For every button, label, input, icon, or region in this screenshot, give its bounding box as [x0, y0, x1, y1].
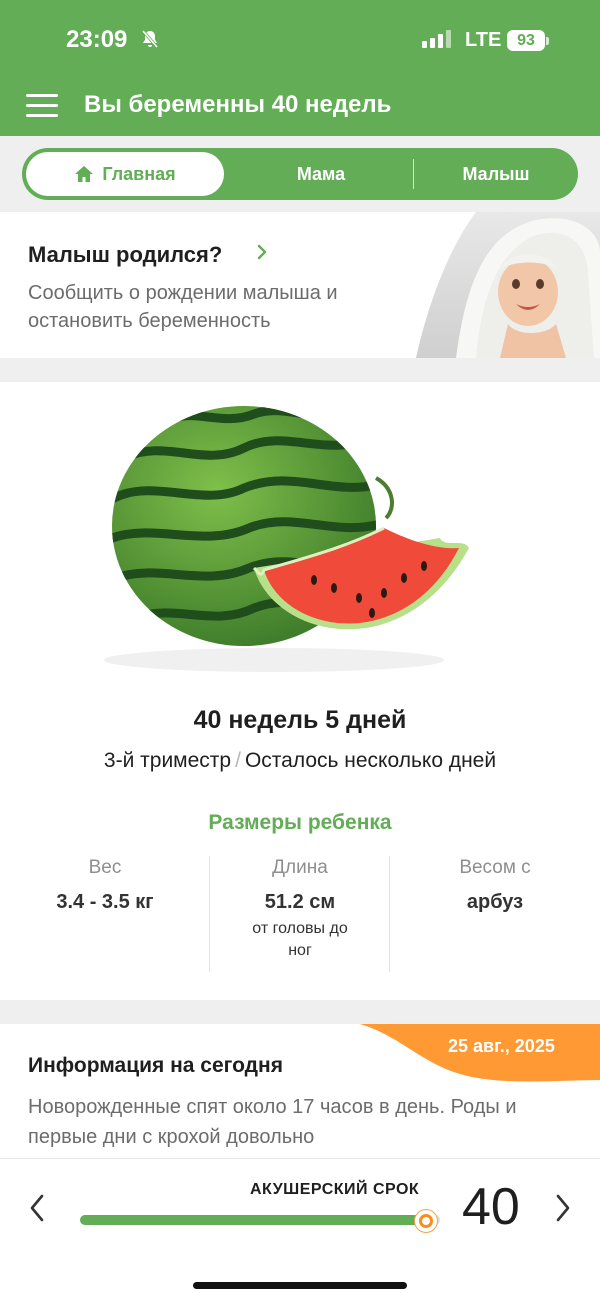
- stat-size-as: Весом с арбуз: [405, 857, 585, 914]
- tab-baby-label: Малыш: [462, 164, 530, 184]
- baby-photo: [416, 212, 600, 358]
- top-app-bar: 23:09 LTE 93 Вы беременны 40 недель: [0, 0, 600, 136]
- stat-length-label: Длина: [272, 857, 328, 878]
- today-info-card[interactable]: 25 авг., 2025 Информация на сегодня Ново…: [0, 1024, 600, 1164]
- stat-weight-label: Вес: [88, 857, 122, 878]
- term-week-number: 40: [462, 1178, 520, 1236]
- hamburger-menu-icon[interactable]: [26, 94, 58, 118]
- chevron-right-icon: [256, 243, 268, 266]
- tab-mama[interactable]: Мама: [228, 148, 414, 200]
- weeks-days-title: 40 недель 5 дней: [193, 706, 407, 734]
- term-label: АКУШЕРСКИЙ СРОК: [250, 1181, 420, 1198]
- stat-length-sub: от головы до ног: [252, 920, 348, 959]
- baby-born-card[interactable]: Малыш родился? Сообщить о рождении малыш…: [0, 212, 600, 358]
- tab-mama-label: Мама: [296, 164, 346, 184]
- fruit-size-card: 40 недель 5 дней 3-й триместр / Осталось н…: [0, 382, 600, 1000]
- stat-weight: Вес 3.4 - 3.5 кг: [15, 857, 195, 914]
- chevron-left-icon[interactable]: [28, 1193, 46, 1228]
- home-icon: [74, 155, 94, 199]
- chevron-right-icon[interactable]: [554, 1193, 572, 1228]
- home-indicator[interactable]: [193, 1282, 407, 1289]
- battery-icon: 93: [507, 30, 545, 51]
- tab-baby[interactable]: Малыш: [414, 148, 578, 200]
- stat-weight-value: 3.4 - 3.5 кг: [56, 891, 154, 913]
- stat-divider: [389, 856, 390, 972]
- stat-size-as-label: Весом с: [459, 857, 531, 878]
- tabs-container: Главная Мама Малыш: [0, 136, 600, 212]
- tab-home[interactable]: Главная: [26, 152, 224, 196]
- stat-length: Длина 51.2 см от головы до ног: [210, 857, 390, 962]
- tab-bar: Главная Мама Малыш: [22, 148, 578, 200]
- trimester-text: 3-й триместр: [103, 749, 232, 772]
- term-slider-bar: АКУШЕРСКИЙ СРОК 40: [0, 1158, 600, 1252]
- separator-slash: /: [235, 749, 241, 772]
- battery-tip: [546, 37, 549, 45]
- remaining-text: Осталось несколько дней: [244, 749, 497, 772]
- trimester-line: 3-й триместр / Осталось несколько дней: [0, 749, 600, 773]
- info-text: Новорожденные спят около 17 часов в день…: [28, 1096, 517, 1148]
- term-slider-fill: [80, 1215, 426, 1225]
- term-slider-track[interactable]: [80, 1215, 440, 1225]
- stat-length-value: 51.2 см: [264, 891, 336, 913]
- watermelon-image: [104, 406, 469, 672]
- stat-size-as-value: арбуз: [466, 891, 524, 913]
- home-indicator-area: [0, 1252, 600, 1300]
- status-time: 23:09: [66, 26, 128, 53]
- baby-born-title: Малыш родился?: [28, 242, 223, 267]
- signal-icon: [422, 30, 451, 48]
- term-slider-thumb[interactable]: [414, 1210, 437, 1232]
- baby-sizes-title: Размеры ребенка: [208, 811, 392, 834]
- page-title: Вы беременны 40 недель: [84, 91, 392, 118]
- bell-muted-icon: [140, 29, 160, 54]
- date-badge: 25 авг., 2025: [448, 1036, 555, 1056]
- info-title: Информация на сегодня: [28, 1054, 283, 1077]
- network-type: LTE: [465, 29, 502, 51]
- tab-home-label: Главная: [102, 164, 176, 184]
- baby-born-text: Сообщить о рождении малыша и остановить …: [28, 282, 338, 332]
